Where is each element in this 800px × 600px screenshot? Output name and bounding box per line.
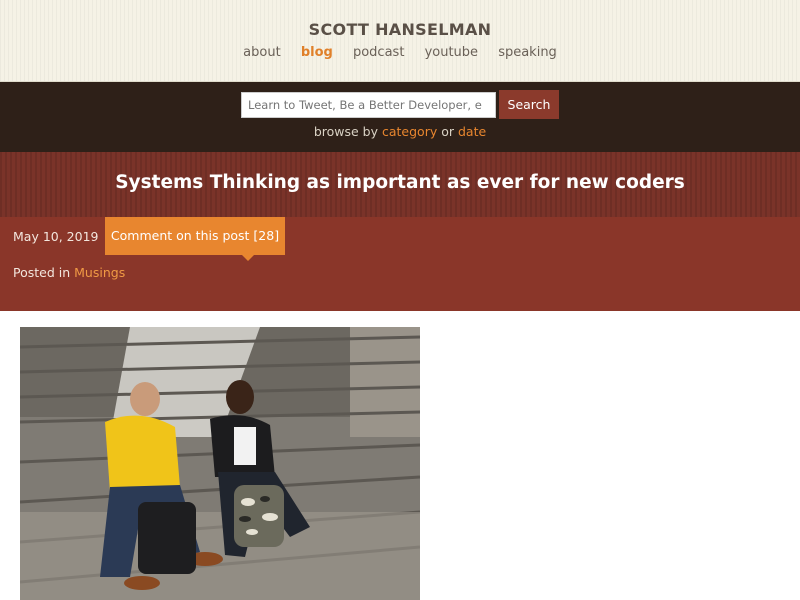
post-meta-band: May 10, 2019 Comment on this post [28] P… [0, 217, 800, 311]
nav-podcast[interactable]: podcast [353, 45, 404, 60]
category-link[interactable]: Musings [74, 265, 125, 280]
search-button[interactable]: Search [499, 90, 559, 119]
comment-button[interactable]: Comment on this post [28] [105, 217, 285, 261]
nav-youtube[interactable]: youtube [425, 45, 478, 60]
top-nav: about blog podcast youtube speaking [0, 45, 800, 60]
nav-about[interactable]: about [243, 45, 281, 60]
browse-line: browse by category or date [0, 124, 800, 139]
site-title[interactable]: SCOTT HANSELMAN [0, 20, 800, 39]
site-header: SCOTT HANSELMAN about blog podcast youtu… [0, 0, 800, 82]
browse-date-link[interactable]: date [458, 124, 486, 139]
posted-in-label: Posted in [13, 265, 71, 280]
browse-category-link[interactable]: category [382, 124, 437, 139]
post-photo [20, 327, 420, 600]
nav-blog[interactable]: blog [301, 45, 333, 60]
search-input[interactable] [241, 92, 496, 118]
post-title-band: Systems Thinking as important as ever fo… [0, 152, 800, 217]
search-band: Search browse by category or date [0, 82, 800, 152]
photo-illustration [20, 327, 420, 600]
posted-in: Posted in Musings [13, 265, 125, 280]
browse-or: or [441, 124, 455, 139]
post-title[interactable]: Systems Thinking as important as ever fo… [0, 172, 800, 193]
nav-speaking[interactable]: speaking [498, 45, 557, 60]
browse-prefix: browse by [313, 124, 378, 139]
post-date: May 10, 2019 [13, 229, 99, 244]
